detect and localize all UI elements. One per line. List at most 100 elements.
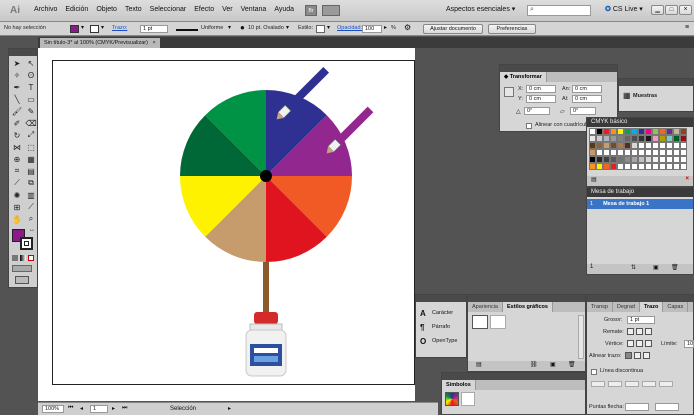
blend-tool-icon[interactable]: ⧉: [24, 177, 38, 189]
hand-tool-icon[interactable]: ✋: [10, 213, 24, 225]
close-window-button[interactable]: ×: [679, 5, 692, 15]
variable-width-profile[interactable]: Uniforme: [201, 25, 223, 31]
swatch-52[interactable]: [659, 149, 666, 156]
selection-tool-icon[interactable]: ➤: [10, 57, 24, 69]
menu-item-8[interactable]: Ayuda: [274, 6, 294, 13]
swatch-5[interactable]: [624, 128, 631, 135]
swatch-3[interactable]: [610, 128, 617, 135]
tab-graphic-1[interactable]: Estilos gráficos: [503, 302, 553, 312]
eraser-tool-icon[interactable]: ⌫: [24, 117, 38, 129]
line-tool-icon[interactable]: ╲: [10, 93, 24, 105]
free-transform-tool-icon[interactable]: ⬚: [24, 141, 38, 153]
paintbrush-tool-icon[interactable]: 🖌: [10, 105, 24, 117]
swatch-66[interactable]: [659, 156, 666, 163]
perspective-tool-icon[interactable]: ▦: [24, 153, 38, 165]
menu-item-7[interactable]: Ventana: [241, 6, 267, 13]
mesh-tool-icon[interactable]: ⌗: [10, 165, 24, 177]
profile-dropdown-icon[interactable]: ▾: [228, 24, 231, 31]
swatch-0[interactable]: [589, 128, 596, 135]
align-outside-icon[interactable]: [643, 352, 650, 359]
h-field[interactable]: 0 cm: [572, 95, 602, 103]
swatch-33[interactable]: [624, 142, 631, 149]
limit-field[interactable]: 10: [684, 340, 694, 348]
weight-field[interactable]: 1 pt: [627, 316, 655, 324]
style-swatch[interactable]: [316, 25, 325, 33]
swatch-83[interactable]: [680, 163, 687, 170]
swatch-16[interactable]: [603, 135, 610, 142]
gap-field-2[interactable]: [642, 381, 656, 387]
swatch-library-icon[interactable]: ▤: [591, 177, 597, 183]
swatch-48[interactable]: [631, 149, 638, 156]
swatch-32[interactable]: [617, 142, 624, 149]
swatch-9[interactable]: [652, 128, 659, 135]
shear-field[interactable]: 0°: [570, 107, 596, 115]
search-field[interactable]: ⌕: [527, 5, 591, 16]
delete-style-icon[interactable]: 🗑: [568, 361, 576, 368]
swatch-44[interactable]: [603, 149, 610, 156]
swatch-74[interactable]: [617, 163, 624, 170]
app-logo[interactable]: Ai: [10, 5, 20, 16]
swatch-20[interactable]: [631, 135, 638, 142]
swatch-11[interactable]: [666, 128, 673, 135]
swatch-53[interactable]: [666, 149, 673, 156]
break-link-icon[interactable]: ⛓: [530, 361, 538, 368]
swatch-2[interactable]: [603, 128, 610, 135]
swatch-49[interactable]: [638, 149, 645, 156]
recolor-icon[interactable]: ⚙: [404, 23, 411, 32]
align-center-icon[interactable]: [625, 352, 632, 359]
round-cap-icon[interactable]: [636, 328, 643, 335]
swatch-64[interactable]: [645, 156, 652, 163]
y-field[interactable]: 0 cm: [526, 95, 556, 103]
swatch-10[interactable]: [659, 128, 666, 135]
none-mode-icon[interactable]: [28, 255, 34, 261]
maximize-button[interactable]: □: [665, 5, 678, 15]
bridge-button[interactable]: Br: [305, 5, 317, 16]
gradient-tool-icon[interactable]: ▤: [24, 165, 38, 177]
swatch-24[interactable]: [659, 135, 666, 142]
swatch-50[interactable]: [645, 149, 652, 156]
swatch-39[interactable]: [666, 142, 673, 149]
symbols-panel-header[interactable]: [442, 373, 585, 380]
arrowhead-start-field[interactable]: [625, 403, 649, 411]
swatches-icon[interactable]: ▦: [623, 91, 631, 100]
swatch-1[interactable]: [596, 128, 603, 135]
swatch-57[interactable]: [596, 156, 603, 163]
stroke-link[interactable]: Trazo:: [112, 25, 127, 31]
swatch-69[interactable]: [680, 156, 687, 163]
rectangle-tool-icon[interactable]: ▭: [24, 93, 38, 105]
swatch-51[interactable]: [652, 149, 659, 156]
magic-wand-tool-icon[interactable]: ✧: [10, 69, 24, 81]
graphic-styles-scrollbar[interactable]: [578, 315, 584, 359]
lasso-tool-icon[interactable]: ʘ: [24, 69, 38, 81]
next-page-icon[interactable]: ▸: [112, 405, 115, 412]
transform-panel-header[interactable]: [500, 65, 617, 72]
close-icon[interactable]: ×: [152, 40, 155, 46]
opacity-link[interactable]: Opacidad:: [337, 25, 362, 31]
rearrange-icon[interactable]: ⇅: [631, 264, 636, 271]
cs-live-menu[interactable]: ✪ CS Live ▾: [605, 5, 643, 13]
swatch-82[interactable]: [673, 163, 680, 170]
menu-item-6[interactable]: Ver: [222, 6, 233, 13]
symbol-thumbnail[interactable]: [445, 392, 459, 406]
dash-field-3[interactable]: [659, 381, 673, 387]
swatch-19[interactable]: [624, 135, 631, 142]
swatch-65[interactable]: [652, 156, 659, 163]
swatches-dock-header[interactable]: [619, 79, 693, 86]
miter-join-icon[interactable]: [627, 340, 634, 347]
type-tool-icon[interactable]: T: [24, 81, 38, 93]
square-cap-icon[interactable]: [645, 328, 652, 335]
swatch-59[interactable]: [610, 156, 617, 163]
opacity-dropdown-icon[interactable]: ▸: [384, 24, 387, 31]
swatch-45[interactable]: [610, 149, 617, 156]
canvas-area[interactable]: [38, 48, 415, 401]
reference-point-grid[interactable]: [504, 87, 514, 97]
swatch-28[interactable]: [589, 142, 596, 149]
scale-tool-icon[interactable]: ⤢: [24, 129, 38, 141]
page-field[interactable]: 1: [90, 405, 108, 413]
delete-artboard-icon[interactable]: 🗑: [671, 264, 679, 271]
arrowhead-end-field[interactable]: [655, 403, 679, 411]
symbol-thumbnail-blank[interactable]: [461, 392, 475, 406]
menu-item-0[interactable]: Archivo: [34, 6, 57, 13]
swatch-37[interactable]: [652, 142, 659, 149]
dashed-line-checkbox[interactable]: [591, 369, 597, 375]
